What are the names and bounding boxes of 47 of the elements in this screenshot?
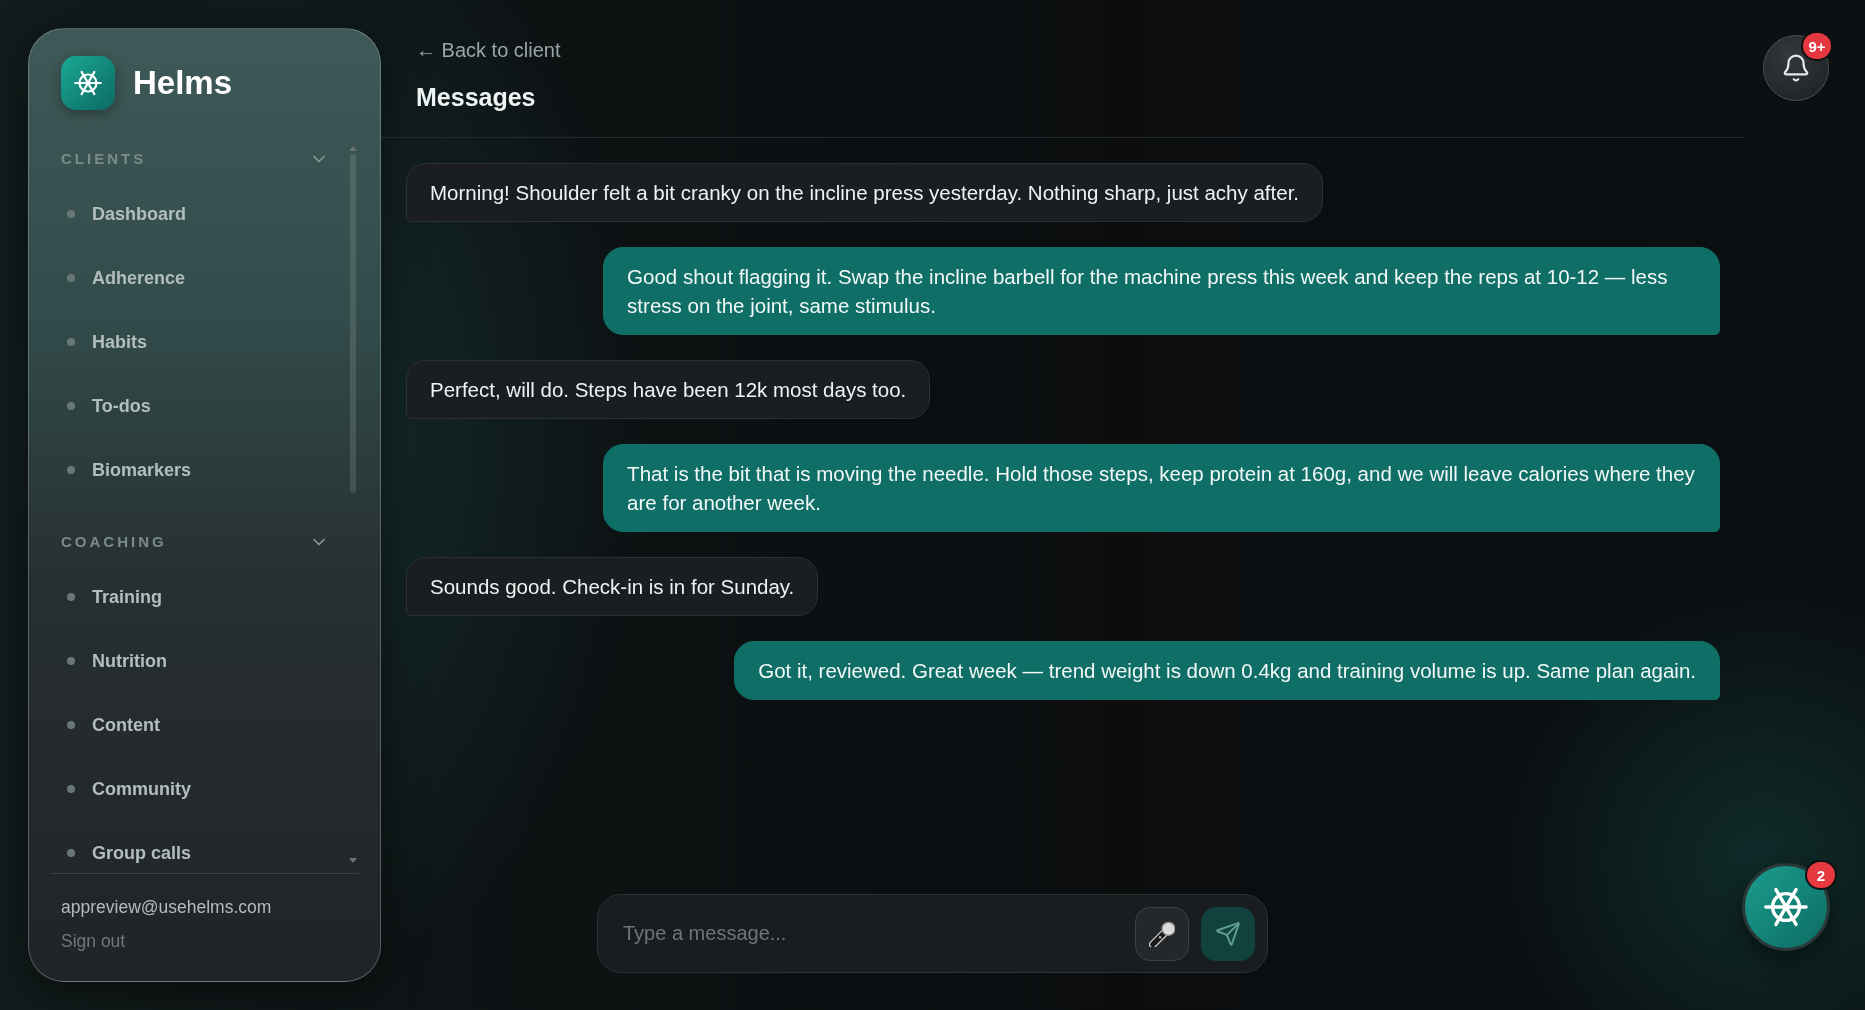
received-message: Perfect, will do. Steps have been 12k most days too. — [406, 360, 931, 419]
received-message: Morning! Shoulder felt a bit cranky on the incline press yesterday. Nothing sharp, just achy after. — [406, 163, 1324, 222]
bullet-dot-icon — [67, 338, 75, 346]
send-button[interactable] — [1201, 906, 1255, 961]
section-label: COACHING — [61, 532, 167, 552]
brand-name: Helms — [133, 64, 233, 102]
bullet-dot-icon — [67, 210, 75, 218]
back-link[interactable]: ← Back to client — [416, 37, 561, 63]
sent-message: That is the bit that is moving the needle. Hold those steps, keep protein at 160g, and we will leave calories where they are for another week. — [603, 444, 1720, 532]
sign-out-link[interactable]: Sign out — [61, 930, 126, 952]
bullet-dot-icon — [67, 785, 75, 793]
caret-up-icon[interactable] — [349, 146, 357, 151]
nav-item[interactable]: Adherence — [61, 256, 329, 300]
scrollbar-thumb[interactable] — [350, 154, 356, 493]
send-icon — [1215, 920, 1241, 947]
nav-item[interactable]: Group calls — [61, 831, 329, 873]
bullet-dot-icon — [67, 466, 75, 474]
page-title: Messages — [416, 82, 536, 113]
bullet-dot-icon — [67, 657, 75, 665]
bullet-dot-icon — [67, 274, 75, 282]
microphone-button[interactable] — [1135, 906, 1189, 961]
account-email: appreview@usehelms.com — [61, 896, 272, 918]
nav-item[interactable]: Dashboard — [61, 192, 329, 236]
nav-item[interactable]: To-dos — [61, 384, 329, 428]
bullet-dot-icon — [67, 402, 75, 410]
received-message: Sounds good. Check-in is in for Sunday. — [406, 557, 819, 616]
microphone-icon — [1149, 920, 1175, 947]
bell-icon — [1781, 53, 1811, 83]
bullet-dot-icon — [67, 593, 75, 601]
nav-item[interactable]: Habits — [61, 320, 329, 364]
message-input[interactable]: Type a message... — [621, 895, 1123, 972]
bullet-dot-icon — [67, 849, 75, 857]
nav-item[interactable]: Biomarkers — [61, 448, 329, 492]
bullet-dot-icon — [67, 721, 75, 729]
helm-wheel-icon — [1764, 885, 1808, 929]
nav-item[interactable]: Nutrition — [61, 639, 329, 683]
sent-message: Good shout flagging it. Swap the incline barbell for the machine press this week and keep the reps at 10-12 — less stress on the joint, same stimulus. — [603, 247, 1720, 335]
helm-wheel-icon — [61, 56, 115, 110]
notification-count: 9+ — [1801, 31, 1833, 61]
section-label: CLIENTS — [61, 149, 147, 169]
message-composer[interactable]: Type a message... — [597, 894, 1268, 973]
caret-down-icon[interactable] — [349, 858, 357, 863]
nav-item[interactable]: Content — [61, 703, 329, 747]
assistant-count: 2 — [1805, 860, 1837, 890]
nav-item[interactable]: Community — [61, 767, 329, 811]
sent-message: Got it, reviewed. Great week — trend weight is down 0.4kg and training volume is up. Same plan again. — [734, 641, 1720, 700]
nav-item[interactable]: Training — [61, 575, 329, 619]
